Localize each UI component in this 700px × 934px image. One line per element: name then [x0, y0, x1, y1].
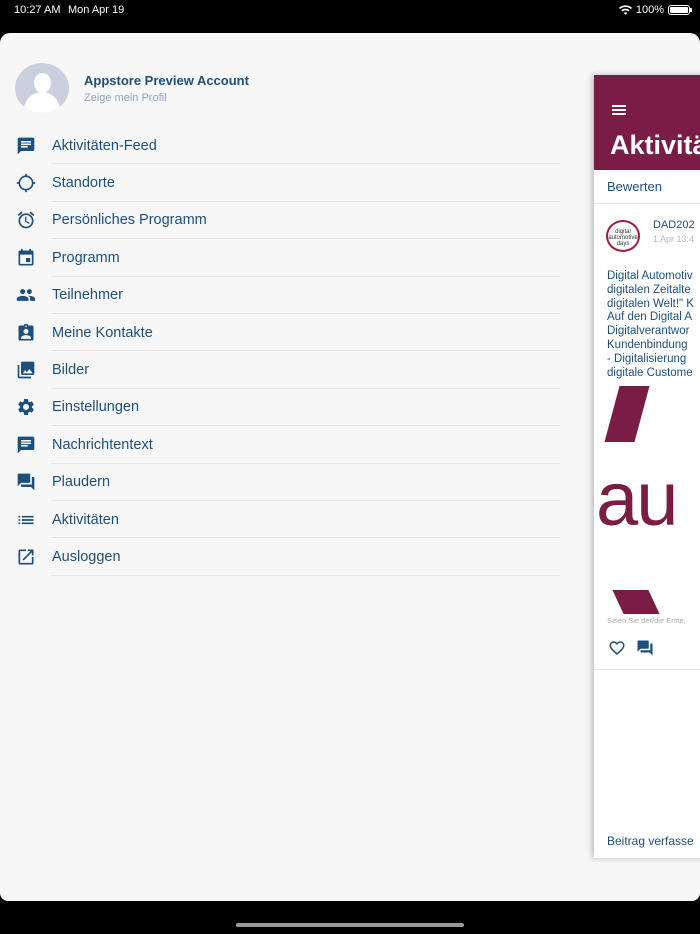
avatar[interactable]	[15, 63, 69, 113]
open-external-icon	[16, 547, 36, 567]
heart-icon[interactable]	[608, 639, 626, 657]
people-icon	[16, 285, 36, 305]
menu-item-label: Standorte	[52, 175, 115, 192]
menu-item-label: Meine Kontakte	[52, 324, 153, 341]
menu-item-label: Einstellungen	[52, 399, 140, 416]
battery-icon	[668, 5, 692, 15]
profile-link[interactable]: Zeige mein Profil	[84, 92, 249, 104]
gear-icon	[16, 397, 36, 417]
post-divider	[594, 669, 700, 671]
menu-item-label: Plaudern	[52, 474, 111, 491]
chat-bubble-icon	[16, 136, 36, 156]
menu-item-meine-kontakte[interactable]: Meine Kontakte	[0, 314, 560, 352]
forum-icon	[16, 472, 36, 492]
menu-item-ausloggen[interactable]: Ausloggen	[0, 538, 560, 577]
menu-item-label: Aktivitäten	[52, 511, 119, 528]
menu-item-aktivitaeten[interactable]: Aktivitäten	[0, 501, 560, 539]
menu-item-label: Ausloggen	[52, 548, 121, 565]
menu-item-label: Bilder	[52, 362, 90, 379]
alarm-icon	[16, 210, 36, 230]
menu-item-bilder[interactable]: Bilder	[0, 351, 560, 390]
crosshair-icon	[16, 173, 36, 193]
post-header: digital automotive days DAD202 1 Apr 13:…	[594, 214, 700, 262]
menu-item-label: Persönliches Programm	[52, 212, 207, 229]
activity-feed-panel[interactable]: Aktivitä Bewerten digital automotive day…	[594, 75, 700, 858]
menu-item-programm[interactable]: Programm	[0, 239, 560, 277]
list-icon	[16, 510, 36, 530]
feed-header: Aktivitä	[594, 75, 700, 170]
menu-item-label: Teilnehmer	[52, 287, 123, 304]
photo-library-icon	[16, 360, 36, 380]
home-indicator[interactable]	[236, 923, 464, 927]
post-author[interactable]: DAD202	[653, 219, 695, 231]
status-time: 10:27 AM	[14, 4, 61, 16]
post-text: Digital Automotiv digitalen Zeitalte digit…	[607, 270, 694, 379]
post-image-wordmark: au	[596, 457, 679, 543]
battery-fill	[670, 7, 688, 13]
menu-item-label: Aktivitäten-Feed	[52, 137, 157, 154]
menu-item-plaudern[interactable]: Plaudern	[0, 464, 560, 502]
message-text-icon	[16, 435, 36, 455]
status-bar: 10:27 AM Mon Apr 19 100%	[0, 0, 700, 20]
profile-name: Appstore Preview Account	[84, 72, 249, 88]
contact-card-icon	[16, 323, 36, 343]
profile-header[interactable]: Appstore Preview Account Zeige mein Prof…	[15, 63, 249, 113]
menu-item-einstellungen[interactable]: Einstellungen	[0, 389, 560, 427]
menu-item-nachrichtentext[interactable]: Nachrichtentext	[0, 426, 560, 464]
calendar-icon	[16, 248, 36, 268]
status-date: Mon Apr 19	[68, 4, 125, 16]
menu-item-aktivitaeten-feed[interactable]: Aktivitäten-Feed	[0, 127, 560, 165]
menu-item-label: Nachrichtentext	[52, 436, 153, 453]
post-actions	[608, 639, 700, 657]
post-timestamp: 1 Apr 13:4	[653, 234, 695, 244]
menu-item-persoenliches-programm[interactable]: Persönliches Programm	[0, 202, 560, 240]
menu-item-standorte[interactable]: Standorte	[0, 164, 560, 203]
rate-button[interactable]: Bewerten	[594, 170, 700, 204]
first-like-hint: Seien Sie der/die Erste,	[607, 616, 686, 626]
side-menu-sheet: Appstore Preview Account Zeige mein Prof…	[0, 33, 700, 901]
hamburger-menu-icon[interactable]	[612, 105, 626, 115]
compose-post-button[interactable]: Beitrag verfasse	[607, 834, 694, 848]
menu-item-teilnehmer[interactable]: Teilnehmer	[0, 277, 560, 315]
comment-icon[interactable]	[636, 639, 654, 657]
menu-item-label: Programm	[52, 249, 120, 266]
wifi-icon	[618, 5, 632, 15]
author-logo: digital automotive days	[606, 220, 640, 252]
battery-percent: 100%	[635, 4, 664, 16]
side-menu: Aktivitäten-Feed Standorte Persönliches …	[0, 127, 560, 577]
status-right: 100%	[618, 4, 692, 16]
feed-title: Aktivitä	[610, 130, 700, 160]
post-image[interactable]: au	[594, 384, 700, 616]
